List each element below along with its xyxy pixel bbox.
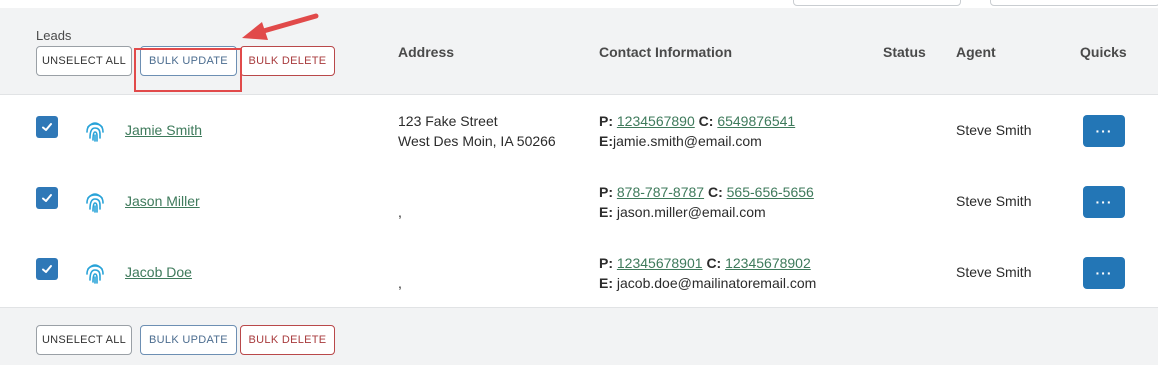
lead-contact: P: 878-787-8787 C: 565-656-5656 E: jason… [599, 182, 814, 222]
page-edge [1158, 0, 1162, 364]
bulk-update-button[interactable]: BULK UPDATE [140, 325, 237, 355]
address-line: , [398, 275, 402, 291]
check-icon [42, 194, 52, 202]
table-row: Jason Miller , P: 878-787-8787 C: 565-65… [0, 166, 1158, 238]
check-icon [42, 265, 52, 273]
unselect-all-button[interactable]: UNSELECT ALL [36, 46, 132, 76]
email-label: E: [599, 204, 613, 220]
cell-label: C: [698, 113, 714, 129]
table-row: Jamie Smith 123 Fake Street West Des Moi… [0, 95, 1158, 167]
annotation-arrow-icon [242, 13, 319, 40]
quick-actions-button[interactable]: ··· [1083, 186, 1125, 218]
phone-link[interactable]: 1234567890 [617, 113, 695, 129]
fingerprint-icon [86, 264, 104, 284]
row-checkbox[interactable] [36, 116, 58, 138]
row-checkbox[interactable] [36, 187, 58, 209]
address-line: 123 Fake Street [398, 113, 498, 129]
email-text: jamie.smith@email.com [613, 133, 762, 149]
cell-label: C: [706, 255, 722, 271]
agent-name: Steve Smith [956, 264, 1032, 280]
phone-link[interactable]: 878-787-8787 [617, 184, 704, 200]
column-header-status: Status [883, 44, 926, 60]
address-line: West Des Moin, IA 50266 [398, 133, 556, 149]
phone-label: P: [599, 184, 613, 200]
lead-address: , [398, 253, 402, 293]
address-line [398, 253, 402, 273]
lead-contact: P: 12345678901 C: 12345678902 E: jacob.d… [599, 253, 816, 293]
cell-link[interactable]: 6549876541 [717, 113, 795, 129]
table-header: Leads UNSELECT ALL BULK UPDATE BULK DELE… [0, 8, 1158, 95]
agent-name: Steve Smith [956, 122, 1032, 138]
email-label: E: [599, 275, 613, 291]
table-row: Jacob Doe , P: 12345678901 C: 1234567890… [0, 237, 1158, 309]
lead-address: 123 Fake Street West Des Moin, IA 50266 [398, 111, 556, 151]
top-strip [0, 0, 1160, 8]
top-control[interactable] [793, 0, 961, 6]
email-text: jason.miller@email.com [616, 204, 766, 220]
phone-link[interactable]: 12345678901 [617, 255, 703, 271]
cell-link[interactable]: 565-656-5656 [727, 184, 814, 200]
email-text: jacob.doe@mailinatoremail.com [616, 275, 817, 291]
phone-label: P: [599, 113, 613, 129]
table-footer: UNSELECT ALL BULK UPDATE BULK DELETE [0, 307, 1158, 365]
address-line: , [398, 204, 402, 220]
column-header-quicks: Quicks [1080, 44, 1127, 60]
agent-name: Steve Smith [956, 193, 1032, 209]
quick-actions-button[interactable]: ··· [1083, 115, 1125, 147]
lead-contact: P: 1234567890 C: 6549876541 E:jamie.smit… [599, 111, 795, 151]
address-line [398, 182, 402, 202]
column-header-agent: Agent [956, 44, 996, 60]
check-icon [42, 123, 52, 131]
fingerprint-icon [86, 122, 104, 142]
row-checkbox[interactable] [36, 258, 58, 280]
lead-name-link[interactable]: Jamie Smith [125, 122, 202, 138]
email-label: E: [599, 133, 613, 149]
top-control[interactable] [990, 0, 1160, 6]
fingerprint-icon [86, 193, 104, 213]
quick-actions-button[interactable]: ··· [1083, 257, 1125, 289]
leads-table: Leads UNSELECT ALL BULK UPDATE BULK DELE… [0, 0, 1160, 365]
bulk-delete-button[interactable]: BULK DELETE [240, 46, 335, 76]
lead-name-link[interactable]: Jason Miller [125, 193, 200, 209]
unselect-all-button[interactable]: UNSELECT ALL [36, 325, 132, 355]
cell-label: C: [707, 184, 723, 200]
column-header-address: Address [398, 44, 455, 60]
column-header-contact: Contact Information [599, 44, 732, 60]
phone-label: P: [599, 255, 613, 271]
leads-label: Leads [36, 28, 72, 43]
lead-address: , [398, 182, 402, 222]
bulk-delete-button[interactable]: BULK DELETE [240, 325, 335, 355]
lead-name-link[interactable]: Jacob Doe [125, 264, 192, 280]
cell-link[interactable]: 12345678902 [725, 255, 811, 271]
highlight-box [134, 48, 242, 92]
